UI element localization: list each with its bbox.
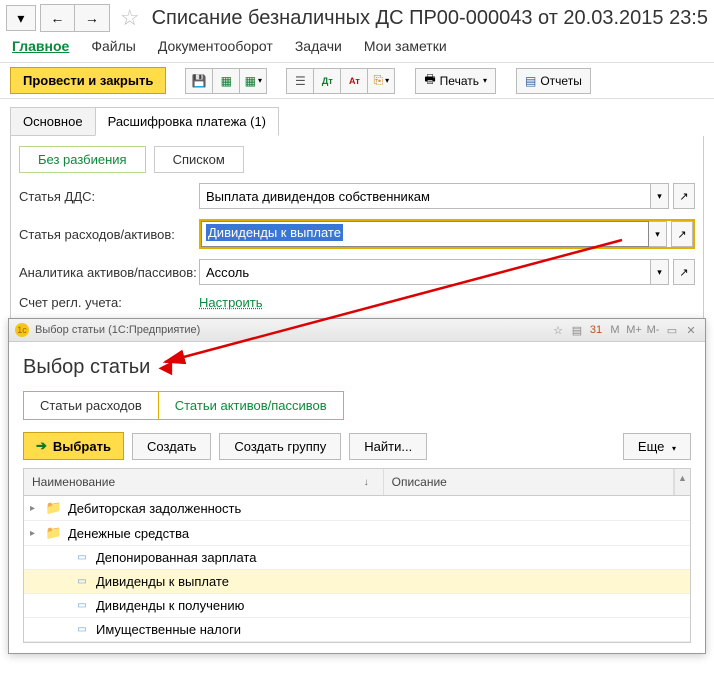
item-icon: ▭ — [72, 552, 92, 563]
scroll-up[interactable]: ▲ — [674, 469, 690, 495]
link-dropdown[interactable]: ⎘▾ — [367, 68, 395, 94]
print-button[interactable]: 🖶 Печать ▾ — [415, 68, 496, 94]
find-button[interactable]: Найти... — [349, 433, 427, 460]
dlg-fav-icon[interactable]: ☆ — [550, 322, 566, 338]
nav-menu-button[interactable]: ▾ — [6, 5, 36, 31]
reports-button[interactable]: ▤ Отчеты — [516, 68, 591, 94]
arrow-head-icon: ◀ — [158, 357, 172, 378]
expense-dropdown[interactable]: ▾ — [649, 221, 667, 247]
save-button[interactable]: 💾 — [185, 68, 213, 94]
dlg-mplus[interactable]: M+ — [626, 322, 642, 338]
menu-tasks[interactable]: Задачи — [295, 38, 342, 54]
create-group-button[interactable]: Создать группу — [219, 433, 341, 460]
item-icon: ▭ — [72, 600, 92, 611]
table-row[interactable]: ▭Дивиденды к выплате — [24, 570, 690, 594]
dlg-close-icon[interactable]: ✕ — [683, 322, 699, 338]
folder-icon: 📁 — [44, 525, 64, 541]
dlg-tab-assets[interactable]: Статьи активов/пассивов — [159, 392, 343, 419]
app-1c-icon: 1c — [15, 323, 29, 337]
list-button[interactable]: ☰ — [286, 68, 314, 94]
dds-open[interactable]: ↗ — [673, 183, 695, 209]
expense-input[interactable]: Дивиденды к выплате — [201, 221, 649, 247]
action-dropdown[interactable]: ▦▾ — [239, 68, 267, 94]
dlg-min-icon[interactable]: ▭ — [664, 322, 680, 338]
analytics-input[interactable] — [199, 259, 651, 285]
dds-dropdown[interactable]: ▾ — [651, 183, 669, 209]
tab-detail[interactable]: Расшифровка платежа (1) — [95, 107, 279, 136]
select-button[interactable]: ➔ Выбрать — [23, 432, 124, 460]
table-row[interactable]: ▸📁Денежные средства — [24, 521, 690, 546]
menu-files[interactable]: Файлы — [91, 38, 135, 54]
analytics-dropdown[interactable]: ▾ — [651, 259, 669, 285]
kt-button[interactable]: Ат — [340, 68, 368, 94]
item-icon: ▭ — [72, 576, 92, 587]
nav-back-button[interactable]: ← — [41, 5, 75, 31]
menu-main[interactable]: Главное — [12, 38, 69, 54]
dlg-calc-icon[interactable]: ▤ — [569, 322, 585, 338]
menu-notes[interactable]: Мои заметки — [364, 38, 447, 54]
post-button[interactable]: ▦ — [212, 68, 240, 94]
select-article-dialog: 1c Выбор статьи (1С:Предприятие) ☆ ▤ 31 … — [8, 318, 706, 654]
item-icon: ▭ — [72, 624, 92, 635]
favorite-star-icon[interactable]: ☆ — [120, 5, 140, 31]
sort-down-icon[interactable]: ↓ — [364, 477, 369, 488]
menu-docflow[interactable]: Документооборот — [158, 38, 273, 54]
dlg-cal-icon[interactable]: 31 — [588, 322, 604, 338]
analytics-open[interactable]: ↗ — [673, 259, 695, 285]
dds-input[interactable] — [199, 183, 651, 209]
account-label: Счет регл. учета: — [19, 295, 199, 310]
tab-main[interactable]: Основное — [10, 107, 96, 136]
dlg-m[interactable]: M — [607, 322, 623, 338]
dds-label: Статья ДДС: — [19, 189, 199, 204]
create-button[interactable]: Создать — [132, 433, 211, 460]
articles-grid: Наименование ↓ Описание ▲ ▸📁Дебиторская … — [23, 468, 691, 643]
dt-button[interactable]: Дт — [313, 68, 341, 94]
page-title: Списание безналичных ДС ПР00-000043 от 2… — [152, 7, 708, 30]
col-desc[interactable]: Описание — [384, 469, 674, 495]
table-row[interactable]: ▭Имущественные налоги — [24, 618, 690, 642]
dialog-wintitle: Выбор статьи (1С:Предприятие) — [35, 324, 200, 336]
nav-forward-button[interactable]: → — [75, 5, 109, 31]
printer-icon: 🖶 — [424, 70, 435, 91]
col-name[interactable]: Наименование — [32, 475, 115, 489]
analytics-label: Аналитика активов/пассивов: — [19, 265, 199, 280]
table-row[interactable]: ▸📁Дебиторская задолженность — [24, 496, 690, 521]
expense-label: Статья расходов/активов: — [19, 227, 199, 242]
post-and-close-button[interactable]: Провести и закрыть — [10, 67, 166, 94]
table-row[interactable]: ▭Дивиденды к получению — [24, 594, 690, 618]
dlg-tab-expenses[interactable]: Статьи расходов — [24, 392, 159, 419]
select-arrow-icon: ➔ — [36, 438, 47, 454]
expense-open[interactable]: ↗ — [671, 221, 693, 247]
report-icon: ▤ — [525, 74, 536, 88]
dialog-heading: Выбор статьи — [23, 356, 150, 379]
table-row[interactable]: ▭Депонированная зарплата — [24, 546, 690, 570]
subtab-nosplit[interactable]: Без разбиения — [19, 146, 146, 173]
more-button[interactable]: Еще ▾ — [623, 433, 691, 460]
account-configure-link[interactable]: Настроить — [199, 295, 263, 310]
subtab-list[interactable]: Списком — [154, 146, 244, 173]
dlg-mminus[interactable]: M- — [645, 322, 661, 338]
folder-icon: 📁 — [44, 500, 64, 516]
